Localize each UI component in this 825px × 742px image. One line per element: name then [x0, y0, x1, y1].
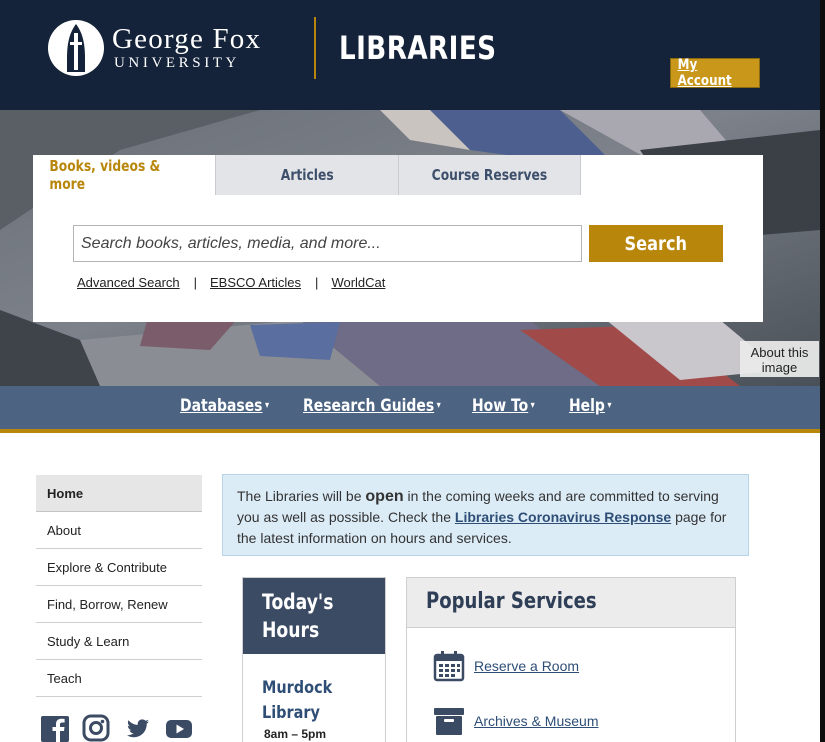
chevron-down-icon: ▾ — [264, 400, 270, 411]
youtube-icon[interactable] — [165, 714, 193, 742]
chevron-down-icon: ▾ — [436, 400, 441, 411]
tab-books-videos-label: Books, videos & more — [49, 157, 161, 193]
search-links: Advanced Search | EBSCO Articles | WorldCat — [77, 275, 385, 290]
site-title[interactable]: LIBRARIES — [339, 29, 496, 67]
notice-open-word: open — [365, 488, 404, 505]
tab-articles-label: Articles — [280, 166, 334, 184]
link-separator: | — [315, 275, 319, 290]
nav-gold-rule — [0, 429, 820, 433]
popular-services-title: Popular Services — [426, 589, 597, 614]
sidebar-item-explore-contribute[interactable]: Explore & Contribute — [36, 549, 202, 586]
sidebar-item-about[interactable]: About — [36, 512, 202, 549]
archives-museum-label: Archives & Museum — [474, 713, 599, 729]
hours-time: 8am – 5pm — [264, 727, 327, 741]
search-button[interactable]: Search — [589, 225, 723, 262]
link-separator: | — [193, 275, 198, 290]
sidebar-item-study-learn[interactable]: Study & Learn — [36, 623, 202, 660]
sidebar-item-teach[interactable]: Teach — [36, 660, 202, 697]
reserve-room-label: Reserve a Room — [474, 658, 580, 674]
nav-help-label: Help — [569, 396, 605, 416]
murdock-library-link[interactable]: Murdock Library — [262, 676, 382, 726]
twitter-icon[interactable] — [126, 714, 150, 742]
facebook-icon[interactable] — [41, 714, 69, 742]
nav-help[interactable]: Help ▾ — [569, 396, 611, 416]
university-subtitle[interactable]: UNIVERSITY — [114, 55, 240, 72]
notice-text: The Libraries will be — [237, 488, 366, 504]
tab-books-videos[interactable]: Books, videos & more — [33, 155, 215, 195]
search-input[interactable] — [73, 225, 582, 262]
sidebar-item-home[interactable]: Home — [36, 475, 202, 512]
todays-hours-card: Today's Hours Murdock Library 8am – 5pm — [242, 577, 386, 742]
tab-articles[interactable]: Articles — [215, 155, 398, 195]
university-name[interactable]: George Fox — [112, 24, 261, 54]
calendar-icon — [433, 651, 465, 682]
my-account-button[interactable]: My Account — [670, 57, 760, 89]
chevron-down-icon: ▾ — [607, 400, 612, 411]
popular-services-card: Popular Services Reserve a Room Archives… — [406, 577, 736, 742]
hours-title: Today's Hours — [262, 590, 334, 642]
nav-research-guides[interactable]: Research Guides ▾ — [303, 396, 441, 416]
nav-how-to-label: How To — [472, 396, 529, 416]
coronavirus-notice: The Libraries will be open in the coming… — [222, 474, 749, 556]
popular-services-header: Popular Services — [407, 578, 735, 628]
tab-course-reserves-label: Course Reserves — [431, 166, 548, 184]
nav-how-to[interactable]: How To ▾ — [472, 396, 535, 416]
archives-museum-link[interactable]: Archives & Museum — [433, 705, 598, 737]
hours-location-label: Murdock Library — [262, 678, 333, 723]
tab-course-reserves[interactable]: Course Reserves — [398, 155, 581, 195]
worldcat-link[interactable]: WorldCat — [331, 275, 385, 290]
coronavirus-response-link[interactable]: Libraries Coronavirus Response — [455, 509, 671, 525]
university-logo[interactable] — [46, 18, 106, 78]
sidebar-item-find-borrow-renew[interactable]: Find, Borrow, Renew — [36, 586, 202, 623]
hours-header: Today's Hours — [243, 578, 385, 654]
search-button-label: Search — [624, 232, 688, 255]
window-edge — [820, 0, 825, 742]
about-this-image-button[interactable]: About this image — [740, 341, 819, 377]
advanced-search-link[interactable]: Advanced Search — [77, 275, 180, 290]
reserve-room-link[interactable]: Reserve a Room — [433, 650, 579, 682]
my-account-label: My Account — [677, 57, 732, 89]
header-divider — [314, 17, 316, 79]
nav-databases-label: Databases — [180, 396, 263, 416]
archive-box-icon — [434, 708, 464, 735]
instagram-icon[interactable] — [82, 714, 110, 742]
nav-databases[interactable]: Databases ▾ — [180, 396, 269, 416]
nav-research-guides-label: Research Guides — [303, 396, 435, 416]
chevron-down-icon: ▾ — [530, 400, 535, 411]
ebsco-articles-link[interactable]: EBSCO Articles — [210, 275, 301, 290]
